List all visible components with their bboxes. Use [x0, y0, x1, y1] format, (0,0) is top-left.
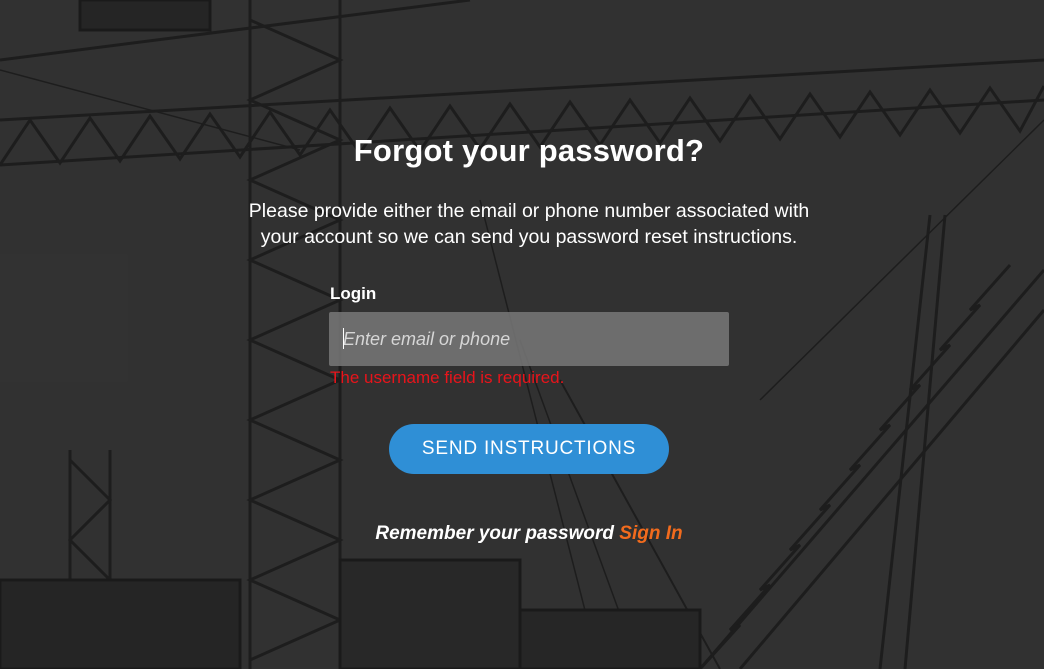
remember-password-row: Remember your password Sign In — [0, 523, 1044, 545]
text-caret — [343, 328, 344, 349]
remember-password-text: Remember your password — [375, 523, 615, 544]
sign-in-link[interactable]: Sign In — [619, 523, 682, 544]
login-label: Login — [330, 284, 377, 303]
page-title: Forgot your password? — [353, 133, 705, 168]
login-error-message: The username field is required. — [330, 368, 565, 387]
page-description: Please provide either the email or phone… — [248, 200, 810, 248]
forgot-password-page: Forgot your password? Please provide eit… — [0, 0, 1044, 669]
login-input[interactable] — [329, 312, 729, 366]
send-instructions-button[interactable]: SEND INSTRUCTIONS — [389, 424, 669, 474]
reset-form-panel: Forgot your password? Please provide eit… — [0, 0, 1044, 669]
